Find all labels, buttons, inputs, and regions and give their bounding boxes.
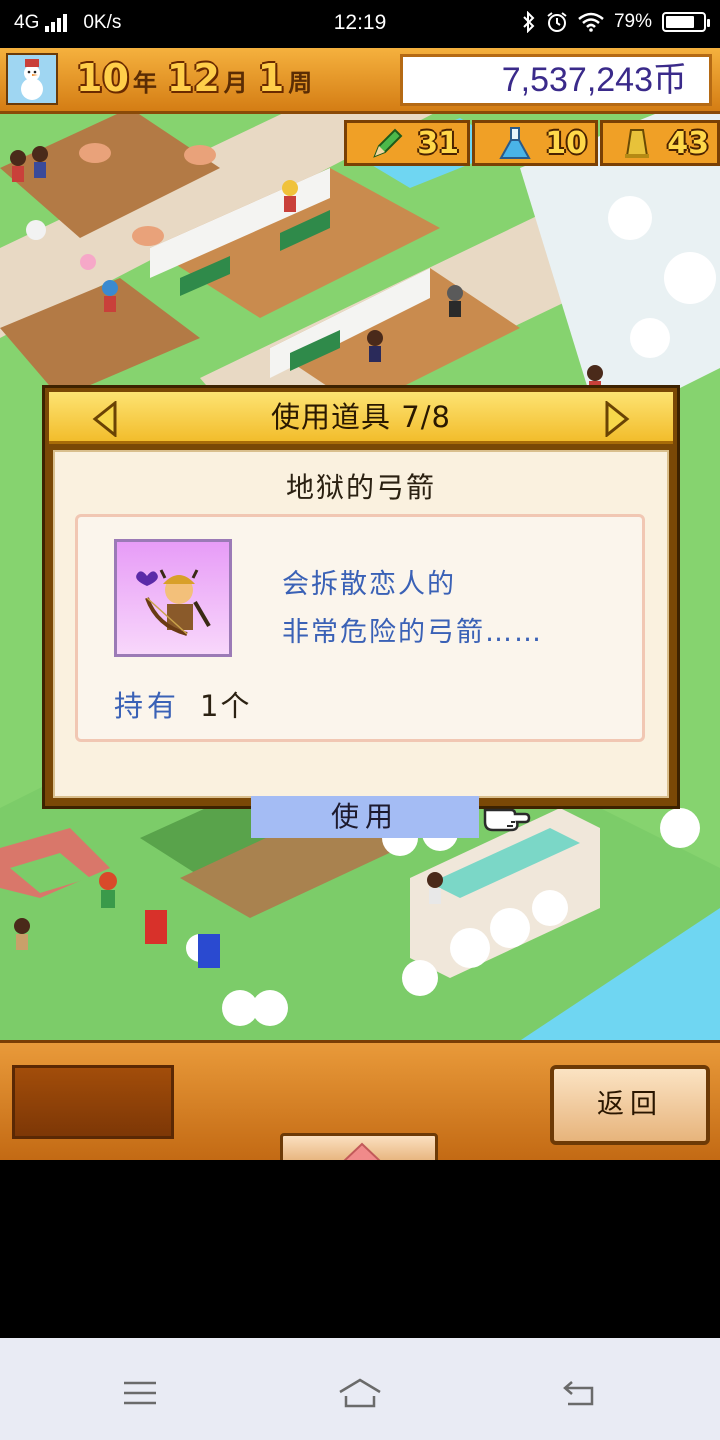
- bluetooth-icon: [523, 11, 535, 33]
- trophy-value: 43: [667, 125, 709, 161]
- stat-pencil: 31: [344, 120, 470, 166]
- back-icon[interactable]: [560, 1378, 598, 1408]
- info-panel: [12, 1065, 174, 1139]
- item-name: 地狱的弓箭: [285, 471, 436, 504]
- battery-fill: [666, 16, 694, 28]
- use-item-dialog: 使用道具 7/8 地狱的弓箭 会拆散恋人的 非常危险的弓箭…… 持有 1个 使用: [42, 385, 680, 838]
- expand-menu-button[interactable]: [280, 1133, 438, 1160]
- dialog-body: 地狱的弓箭 会拆散恋人的 非常危险的弓箭…… 持有 1个 使用: [53, 450, 669, 838]
- week-unit: 周: [288, 69, 313, 97]
- menu-icon[interactable]: [122, 1378, 158, 1408]
- system-nav-bar: [0, 1338, 720, 1440]
- trophy-icon: [625, 129, 649, 158]
- flask-value: 10: [545, 125, 587, 161]
- owned-count: 1个: [200, 689, 252, 723]
- pencil-value: 31: [417, 125, 459, 161]
- triangle-up-icon: [343, 1142, 381, 1160]
- next-item-arrow-icon[interactable]: [601, 401, 631, 437]
- date-display: 10 年 12 月 1 周: [76, 56, 318, 104]
- month-unit: 月: [223, 69, 248, 97]
- prev-item-arrow-icon[interactable]: [91, 401, 121, 437]
- money-display: 7,537,243币: [400, 54, 712, 106]
- year-unit: 年: [132, 69, 157, 97]
- owned-label: 持有: [114, 689, 181, 723]
- top-hud: 10 年 12 月 1 周 7,537,243币: [0, 48, 720, 114]
- stat-flask: 10: [472, 120, 598, 166]
- archer-item-icon: [114, 539, 232, 657]
- dialog-title-bar: 使用道具 7/8: [49, 392, 673, 444]
- alarm-icon: [547, 12, 567, 32]
- use-button[interactable]: 使用: [251, 796, 479, 838]
- pencil-icon: [373, 128, 403, 158]
- pointing-hand-icon: [483, 808, 531, 832]
- home-icon[interactable]: [336, 1378, 384, 1408]
- battery-percent: 79%: [613, 11, 652, 32]
- dialog-title: 使用道具 7/8: [271, 400, 451, 434]
- battery-icon: [662, 12, 710, 32]
- wifi-icon: [578, 12, 604, 32]
- item-card: 会拆散恋人的 非常危险的弓箭…… 持有 1个: [75, 514, 645, 742]
- back-button[interactable]: 返回: [550, 1065, 710, 1145]
- bottom-hud: 返回: [0, 1040, 720, 1160]
- item-description-line: 非常危险的弓箭……: [282, 617, 543, 648]
- item-description-line: 会拆散恋人的: [282, 569, 456, 600]
- stats-bar: 31 10 43: [344, 120, 720, 166]
- flask-icon: [499, 127, 531, 159]
- stat-trophy: 43: [600, 120, 720, 166]
- item-description: 会拆散恋人的 非常危险的弓箭……: [282, 561, 543, 657]
- week-number: 1: [257, 56, 285, 100]
- status-bar: 4G 0K/s 12:19 79%: [0, 0, 720, 48]
- snowman-icon: [6, 53, 58, 105]
- year-number: 10: [76, 56, 129, 100]
- month-number: 12: [166, 56, 220, 100]
- game-viewport[interactable]: 10 年 12 月 1 周 7,537,243币 31 10 43 使用道具 7…: [0, 48, 720, 1160]
